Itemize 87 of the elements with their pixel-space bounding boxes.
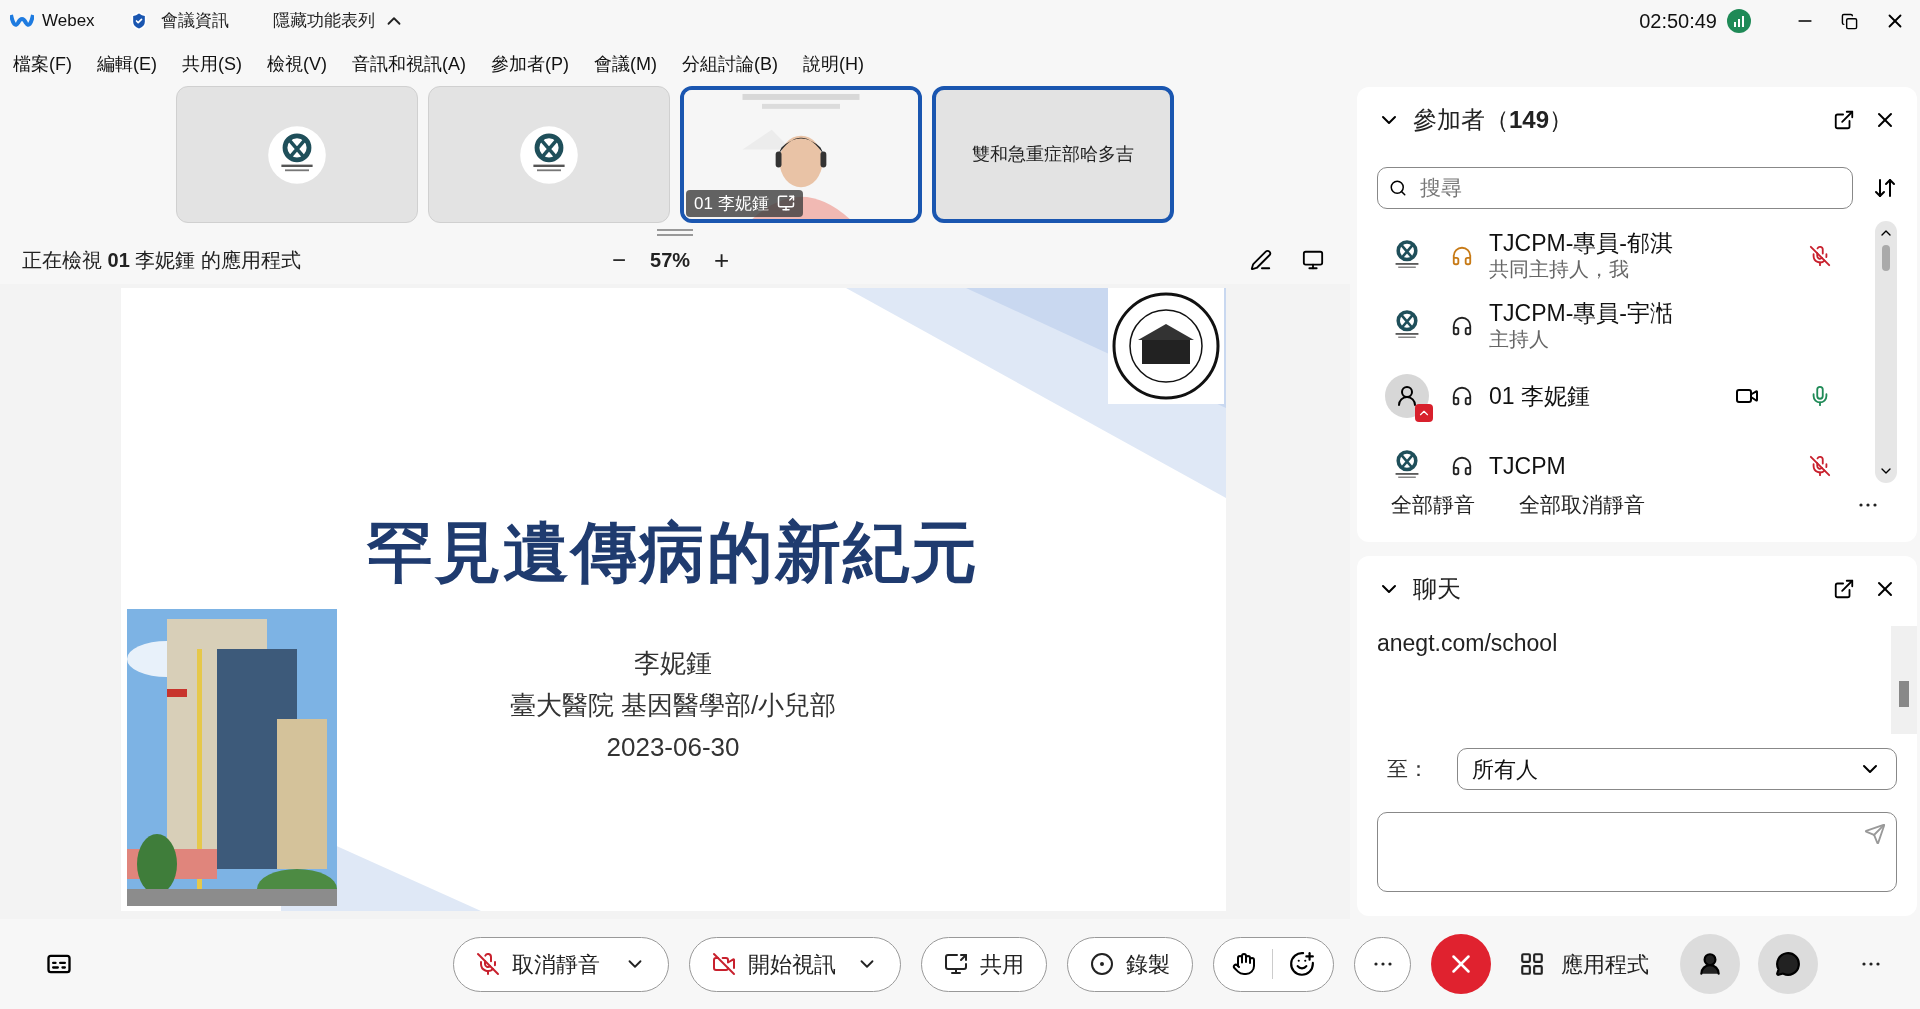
scroll-thumb[interactable] — [1899, 681, 1909, 707]
sharing-icon — [776, 194, 795, 213]
more-icon — [1373, 962, 1392, 966]
meeting-info-button[interactable]: 會議資訊 — [128, 8, 229, 34]
zoom-in-button[interactable]: + — [714, 240, 730, 280]
mute-all-button[interactable]: 全部靜音 — [1391, 489, 1475, 521]
seal-icon — [1107, 288, 1224, 404]
video-name-label: 01 李妮鍾 — [686, 189, 803, 217]
unmute-button[interactable]: 取消靜音 — [453, 936, 669, 992]
record-button[interactable]: 錄製 — [1067, 936, 1193, 992]
resize-handle[interactable] — [657, 229, 693, 236]
slide-title: 罕見遺傳病的新紀元 — [367, 514, 979, 591]
participant-name: 01 李妮鍾 — [1489, 383, 1591, 409]
mic-muted-icon — [476, 952, 500, 976]
menu-item[interactable]: 檔案(F) — [13, 50, 72, 78]
mic-muted-icon[interactable] — [1809, 455, 1831, 477]
panel-title: 參加者 — [1413, 105, 1485, 135]
emoji-icon[interactable] — [1289, 951, 1315, 977]
slide-text: 臺大醫院 基因醫學部/小兒部 — [509, 689, 837, 722]
video-tile[interactable]: 01 李妮鍾 — [680, 86, 922, 223]
chat-message: anegt.com/school — [1377, 629, 1559, 658]
recipient-label: 至： — [1386, 756, 1429, 783]
participant-name: TJCPM-專員-宇湉 — [1489, 300, 1674, 326]
participant-role: 主持人 — [1489, 327, 1550, 352]
unmute-all-button[interactable]: 全部取消靜音 — [1519, 489, 1645, 521]
slide-text: 2023-06-30 — [606, 731, 740, 764]
share-icon — [944, 952, 968, 976]
zoom-level: 57% — [650, 248, 691, 273]
share-button[interactable]: 共用 — [921, 936, 1047, 992]
hide-menu-button[interactable]: 隱藏功能表列 — [272, 8, 405, 34]
viewing-status: 正在檢視 01 李妮鍾 的應用程式 — [22, 248, 302, 273]
search-field[interactable]: 搜尋 — [1377, 167, 1853, 209]
participant-row[interactable]: TJCPM-專員-宇湉 主持人 — [1377, 291, 1867, 361]
menu-item[interactable]: 共用(S) — [182, 50, 242, 78]
video-tile[interactable] — [176, 86, 418, 223]
more-icon — [1859, 502, 1877, 507]
pop-out-icon[interactable] — [1833, 578, 1855, 600]
scrollbar[interactable] — [1891, 626, 1917, 734]
video-tile[interactable]: 雙和急重症部哈多吉 — [932, 86, 1174, 223]
slide-text: 李妮鍾 — [634, 647, 712, 680]
participant-role: 共同主持人，我 — [1489, 257, 1630, 282]
mic-muted-icon[interactable] — [1809, 245, 1831, 267]
more-icon — [1862, 962, 1880, 966]
restore-icon[interactable] — [1841, 12, 1858, 30]
message-input[interactable] — [1377, 812, 1897, 892]
participants-button[interactable] — [1680, 934, 1740, 994]
recipient-dropdown[interactable]: 所有人 — [1457, 748, 1897, 790]
participant-name: TJCPM-專員-郁淇 — [1489, 230, 1674, 256]
app-logo-icon — [10, 13, 34, 29]
zoom-out-button[interactable]: − — [612, 242, 626, 278]
leave-button[interactable] — [1431, 934, 1491, 994]
apps-icon — [1519, 951, 1545, 977]
start-video-button[interactable]: 開始視訊 — [689, 936, 901, 992]
scroll-thumb[interactable] — [1882, 245, 1890, 271]
menu-item[interactable]: 音訊和視訊(A) — [352, 50, 466, 78]
panel-title: 聊天 — [1413, 574, 1461, 604]
menu-item[interactable]: 說明(H) — [802, 50, 864, 78]
menu-item[interactable]: 分組討論(B) — [681, 50, 778, 78]
menu-item[interactable]: 參加者(P) — [491, 50, 569, 78]
signal-icon — [1727, 9, 1751, 33]
video-off-icon — [712, 952, 736, 976]
app-name: Webex — [42, 10, 95, 33]
participant-row[interactable]: TJCPM-專員-郁淇 共同主持人，我 — [1377, 221, 1867, 291]
pop-out-icon[interactable] — [1833, 109, 1855, 131]
participant-name: 雙和急重症部哈多吉 — [972, 143, 1134, 166]
logo-icon — [267, 124, 327, 185]
menu-item[interactable]: 會議(M) — [594, 50, 657, 78]
menu-item[interactable]: 編輯(E) — [97, 50, 157, 78]
screen-icon[interactable] — [1302, 249, 1324, 271]
participant-count: （149） — [1485, 105, 1574, 135]
sort-icon[interactable] — [1873, 176, 1897, 200]
participant-row[interactable]: 01 李妮鍾 — [1377, 361, 1867, 431]
chat-icon — [1775, 951, 1801, 977]
scrollbar[interactable] — [1875, 221, 1897, 483]
record-icon — [1090, 952, 1114, 976]
clock: 02:50:49 — [1639, 9, 1717, 34]
menu-item[interactable]: 檢視(V) — [267, 50, 327, 78]
raise-hand-icon[interactable] — [1232, 952, 1256, 976]
person-icon — [1697, 951, 1723, 977]
video-tile[interactable] — [428, 86, 670, 223]
annotate-icon[interactable] — [1250, 249, 1272, 271]
apps-button[interactable]: 應用程式 — [1511, 936, 1657, 992]
participant-row[interactable]: TJCPM — [1377, 431, 1867, 483]
send-icon[interactable] — [1864, 823, 1886, 845]
logo-icon — [519, 124, 579, 185]
search-icon — [1389, 179, 1407, 197]
participant-name: TJCPM — [1489, 453, 1567, 479]
